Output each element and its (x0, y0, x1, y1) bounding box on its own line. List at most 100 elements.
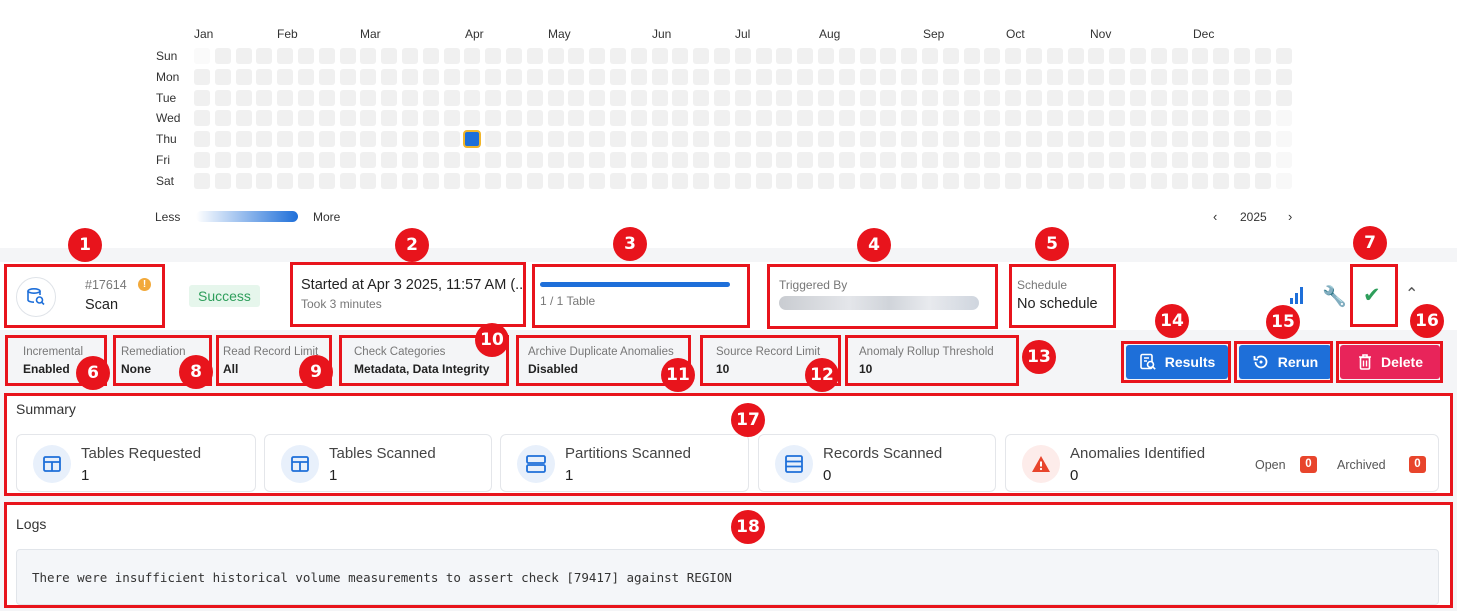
heatmap-cell[interactable] (714, 131, 730, 148)
heatmap-cell[interactable] (1213, 48, 1230, 64)
heatmap-cell[interactable] (402, 110, 418, 127)
heatmap-cell[interactable] (568, 110, 585, 127)
heatmap-cell[interactable] (963, 48, 980, 64)
heatmap-cell[interactable] (381, 48, 398, 64)
heatmap-cell[interactable] (901, 89, 918, 106)
heatmap-cell[interactable] (1067, 48, 1084, 64)
heatmap-cell[interactable] (714, 48, 730, 64)
heatmap-cell[interactable] (630, 110, 647, 127)
heatmap-cell[interactable] (963, 172, 980, 189)
heatmap-cell[interactable] (1275, 172, 1292, 189)
heatmap-cell[interactable] (734, 152, 751, 168)
signal-icon[interactable] (1290, 287, 1305, 304)
heatmap-cell[interactable] (1234, 68, 1250, 85)
heatmap-cell[interactable] (277, 172, 294, 189)
heatmap-cell[interactable] (714, 68, 730, 85)
heatmap-cell[interactable] (610, 110, 626, 127)
heatmap-cell[interactable] (984, 152, 1001, 168)
heatmap-cell[interactable] (318, 89, 335, 106)
heatmap-cell[interactable] (1026, 152, 1042, 168)
heatmap-cell[interactable] (547, 110, 564, 127)
heatmap-cell[interactable] (360, 110, 377, 127)
heatmap-cell[interactable] (672, 110, 689, 127)
heatmap-cell[interactable] (755, 172, 772, 189)
heatmap-cell[interactable] (859, 89, 876, 106)
heatmap-cell[interactable] (464, 172, 481, 189)
heatmap-cell[interactable] (339, 172, 356, 189)
heatmap-cell[interactable] (1109, 172, 1126, 189)
heatmap-cell[interactable] (256, 152, 273, 168)
heatmap-cell[interactable] (1171, 152, 1188, 168)
heatmap-cell[interactable] (651, 172, 668, 189)
heatmap-cell[interactable] (256, 131, 273, 148)
heatmap-cell[interactable] (506, 68, 522, 85)
heatmap-cell[interactable] (942, 68, 959, 85)
heatmap-cell[interactable] (1088, 152, 1105, 168)
heatmap-cell[interactable] (443, 110, 460, 127)
heatmap-cell[interactable] (194, 152, 210, 168)
heatmap-cell[interactable] (693, 89, 710, 106)
heatmap-cell[interactable] (235, 110, 252, 127)
heatmap-cell[interactable] (1192, 89, 1209, 106)
heatmap-cell[interactable] (214, 68, 231, 85)
heatmap-cell[interactable] (1130, 131, 1146, 148)
heatmap-cell[interactable] (506, 172, 522, 189)
heatmap-cell[interactable] (422, 68, 439, 85)
heatmap-cell[interactable] (693, 68, 710, 85)
heatmap-cell[interactable] (256, 110, 273, 127)
heatmap-cell[interactable] (402, 48, 418, 64)
heatmap-cell[interactable] (880, 48, 897, 64)
heatmap-cell[interactable] (901, 131, 918, 148)
heatmap-cell[interactable] (360, 68, 377, 85)
heatmap-cell[interactable] (443, 131, 460, 148)
heatmap-cell[interactable] (214, 172, 231, 189)
heatmap-cell[interactable] (1046, 110, 1063, 127)
heatmap-cell[interactable] (318, 110, 335, 127)
heatmap-cell[interactable] (526, 68, 543, 85)
heatmap-cell[interactable] (610, 48, 626, 64)
heatmap-cell[interactable] (838, 131, 855, 148)
heatmap-cell[interactable] (714, 172, 730, 189)
chevron-right-icon[interactable]: › (1288, 209, 1292, 224)
heatmap-cell[interactable] (464, 89, 481, 106)
heatmap-cell[interactable] (339, 48, 356, 64)
heatmap-cell[interactable] (922, 89, 938, 106)
heatmap-cell[interactable] (1109, 110, 1126, 127)
heatmap-cell[interactable] (381, 68, 398, 85)
heatmap-cell[interactable] (1192, 48, 1209, 64)
heatmap-cell[interactable] (194, 89, 210, 106)
heatmap-cell[interactable] (1254, 89, 1271, 106)
heatmap-cell[interactable] (1046, 172, 1063, 189)
heatmap-cell[interactable] (776, 131, 793, 148)
heatmap-cell[interactable] (506, 48, 522, 64)
heatmap-cell[interactable] (464, 48, 481, 64)
heatmap-cell[interactable] (1067, 68, 1084, 85)
heatmap-cell[interactable] (277, 48, 294, 64)
heatmap-cell[interactable] (1130, 68, 1146, 85)
heatmap-cell[interactable] (630, 89, 647, 106)
heatmap-cell[interactable] (1005, 131, 1022, 148)
heatmap-cell[interactable] (277, 68, 294, 85)
heatmap-cell[interactable] (942, 110, 959, 127)
heatmap-cell[interactable] (1109, 131, 1126, 148)
heatmap-cell[interactable] (298, 89, 314, 106)
heatmap-cell[interactable] (776, 110, 793, 127)
heatmap-cell[interactable] (838, 110, 855, 127)
heatmap-cell[interactable] (194, 172, 210, 189)
heatmap-cell[interactable] (963, 68, 980, 85)
heatmap-cell[interactable] (797, 68, 814, 85)
heatmap-cell[interactable] (589, 110, 606, 127)
heatmap-cell[interactable] (568, 152, 585, 168)
heatmap-cell[interactable] (651, 110, 668, 127)
heatmap-cell[interactable] (1088, 110, 1105, 127)
heatmap-cell[interactable] (1150, 131, 1167, 148)
heatmap-cell[interactable] (1171, 110, 1188, 127)
heatmap-cell[interactable] (194, 48, 210, 64)
heatmap-cell[interactable] (922, 131, 938, 148)
heatmap-cell[interactable] (568, 48, 585, 64)
heatmap-cell[interactable] (485, 172, 502, 189)
heatmap-cell[interactable] (568, 68, 585, 85)
heatmap-cell[interactable] (1275, 131, 1292, 148)
heatmap-cell[interactable] (485, 48, 502, 64)
heatmap-cell[interactable] (589, 152, 606, 168)
